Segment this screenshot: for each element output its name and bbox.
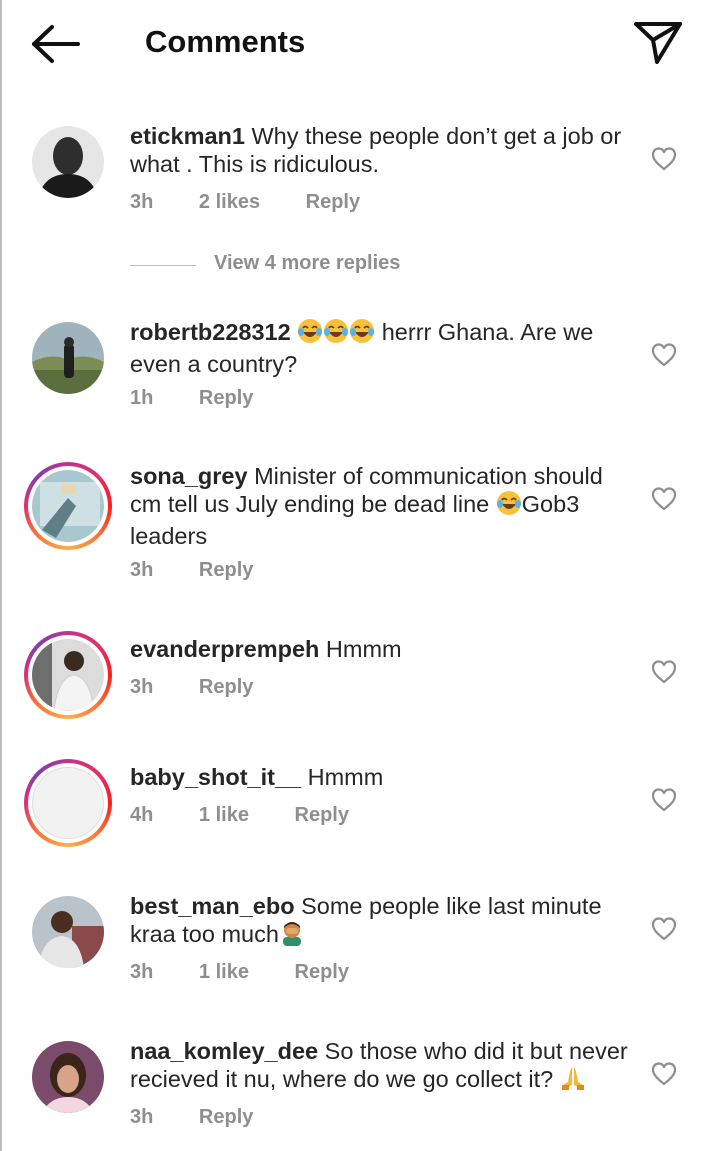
comment-meta: 3h Reply <box>130 1106 293 1129</box>
comment-meta: 4h 1 like Reply <box>130 804 389 827</box>
share-button[interactable] <box>630 16 686 68</box>
comment-meta: 1h Reply <box>130 387 293 410</box>
view-more-replies-label[interactable]: View 4 more replies <box>214 252 400 275</box>
reply-button[interactable]: Reply <box>199 1106 253 1128</box>
heart-outline-icon <box>651 788 677 812</box>
face-with-tears-of-joy-icon <box>297 318 323 350</box>
comment-body: etickman1 Why these people don’t get a j… <box>130 122 630 178</box>
reply-button[interactable]: Reply <box>199 387 253 409</box>
comment-text: Hmmm <box>307 764 384 790</box>
heart-outline-icon <box>651 660 677 684</box>
reply-button[interactable]: Reply <box>199 559 253 581</box>
avatar[interactable] <box>24 759 112 847</box>
reply-button[interactable]: Reply <box>295 804 349 826</box>
avatar[interactable] <box>24 631 112 719</box>
comment-text: Hmmm <box>325 636 402 662</box>
likes-count[interactable]: 1 like <box>199 961 249 983</box>
comment-body: naa_komley_dee So those who did it but n… <box>130 1037 630 1097</box>
page-title: Comments <box>145 24 306 59</box>
comment-body: best_man_ebo Some people like last minut… <box>130 892 630 952</box>
comment-time: 3h <box>130 676 154 698</box>
heart-outline-icon <box>651 147 677 171</box>
avatar[interactable] <box>24 126 112 214</box>
comment-time: 1h <box>130 387 154 409</box>
back-button[interactable] <box>28 22 84 66</box>
heart-outline-icon <box>651 343 677 367</box>
like-button[interactable] <box>650 1061 678 1087</box>
likes-count[interactable]: 2 likes <box>199 191 260 213</box>
comment-body: baby_shot_it__ Hmmm <box>130 763 630 791</box>
heart-outline-icon <box>651 487 677 511</box>
like-button[interactable] <box>650 146 678 172</box>
avatar[interactable] <box>24 1041 112 1129</box>
man-facepalming-icon <box>279 920 305 952</box>
comment-meta: 3h Reply <box>130 676 293 699</box>
like-button[interactable] <box>650 342 678 368</box>
arrow-left-icon <box>32 25 80 63</box>
like-button[interactable] <box>650 486 678 512</box>
comment-body: robertb228312 herrr Ghana. Are we even a… <box>130 318 630 378</box>
heart-outline-icon <box>651 1062 677 1086</box>
face-with-tears-of-joy-icon <box>323 318 349 350</box>
comment-time: 3h <box>130 559 154 581</box>
avatar[interactable] <box>24 896 112 984</box>
comment-username[interactable]: etickman1 <box>130 123 245 149</box>
comment-meta: 3h 1 like Reply <box>130 961 389 984</box>
reply-button[interactable]: Reply <box>295 961 349 983</box>
comment-username[interactable]: robertb228312 <box>130 319 291 345</box>
reply-button[interactable]: Reply <box>199 676 253 698</box>
comment-meta: 3h Reply <box>130 559 293 582</box>
window-edge <box>0 0 2 1151</box>
face-with-tears-of-joy-icon <box>349 318 375 350</box>
comment-username[interactable]: best_man_ebo <box>130 893 295 919</box>
like-button[interactable] <box>650 916 678 942</box>
comment-username[interactable]: naa_komley_dee <box>130 1038 318 1064</box>
avatar[interactable] <box>24 462 112 550</box>
comment-body: sona_grey Minister of communication shou… <box>130 462 630 550</box>
avatar[interactable] <box>24 322 112 410</box>
comment-body: evanderprempeh Hmmm <box>130 635 630 663</box>
comment-time: 4h <box>130 804 154 826</box>
comment-time: 3h <box>130 961 154 983</box>
comment-username[interactable]: sona_grey <box>130 463 248 489</box>
replies-divider <box>130 265 196 266</box>
likes-count[interactable]: 1 like <box>199 804 249 826</box>
paper-plane-icon <box>634 22 682 64</box>
like-button[interactable] <box>650 787 678 813</box>
header-bar: Comments <box>0 0 720 86</box>
reply-button[interactable]: Reply <box>306 191 360 213</box>
heart-outline-icon <box>651 917 677 941</box>
face-with-tears-of-joy-icon <box>496 490 522 522</box>
comment-meta: 3h 2 likes Reply <box>130 191 400 214</box>
folded-hands-icon <box>560 1065 586 1097</box>
like-button[interactable] <box>650 659 678 685</box>
comment-time: 3h <box>130 1106 154 1128</box>
comment-username[interactable]: baby_shot_it__ <box>130 764 301 790</box>
comment-time: 3h <box>130 191 154 213</box>
comment-username[interactable]: evanderprempeh <box>130 636 319 662</box>
